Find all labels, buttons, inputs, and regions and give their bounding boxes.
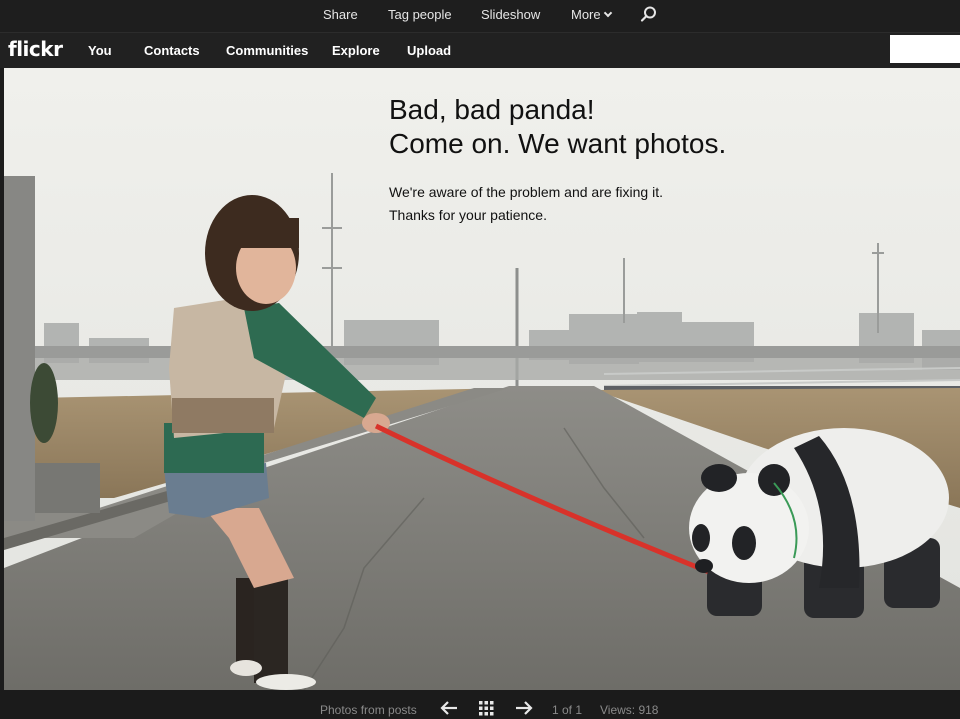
nav-communities[interactable]: Communities (226, 43, 308, 58)
error-body-line2: Thanks for your patience. (389, 207, 547, 223)
slideshow-button[interactable]: Slideshow (481, 7, 540, 22)
more-label: More (571, 7, 601, 22)
photo-action-bar: Share Tag people Slideshow More (0, 0, 960, 32)
more-menu-button[interactable]: More (571, 7, 612, 22)
photos-from-posts-link[interactable]: Photos from posts (320, 703, 417, 717)
arrow-right-icon[interactable] (515, 701, 533, 715)
chevron-down-icon (603, 8, 612, 18)
flickr-logo[interactable]: flickr (8, 37, 63, 61)
global-nav: flickr You Contacts Communities Explore … (0, 32, 960, 68)
search-input[interactable] (890, 35, 960, 63)
nav-explore[interactable]: Explore (332, 43, 380, 58)
photo-counter: 1 of 1 (552, 703, 583, 717)
tag-people-button[interactable]: Tag people (388, 7, 452, 22)
arrow-left-icon[interactable] (440, 701, 458, 715)
error-message: Bad, bad panda! Come on. We want photos.… (389, 93, 726, 227)
photo-bottom-bar: Photos from posts 1 of 1 Views: 918 (0, 690, 960, 719)
error-body-line1: We're aware of the problem and are fixin… (389, 184, 663, 200)
nav-you[interactable]: You (88, 43, 112, 58)
error-heading-line1: Bad, bad panda! (389, 94, 595, 125)
error-heading-line2: Come on. We want photos. (389, 128, 727, 159)
nav-upload[interactable]: Upload (407, 43, 451, 58)
share-button[interactable]: Share (323, 7, 358, 22)
view-count: Views: 918 (600, 703, 659, 717)
error-photo: Bad, bad panda! Come on. We want photos.… (4, 68, 960, 690)
nav-contacts[interactable]: Contacts (144, 43, 200, 58)
search-icon[interactable] (640, 5, 658, 23)
grid-icon[interactable] (479, 701, 494, 716)
